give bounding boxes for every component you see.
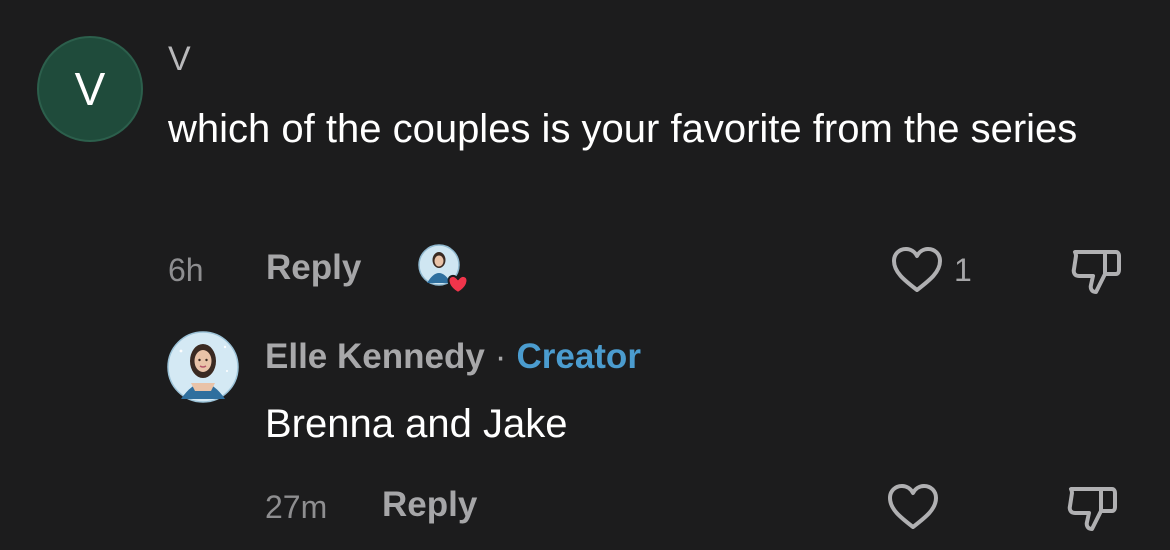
thumbs-down-icon [1071, 250, 1121, 294]
separator: · [494, 337, 507, 376]
avatar-letter: V [74, 63, 106, 115]
creator-avatar[interactable] [167, 331, 239, 403]
reply-reply-button[interactable]: Reply [382, 485, 477, 525]
avatar[interactable]: V [37, 36, 143, 142]
reply-text: Brenna and Jake [265, 402, 568, 446]
creator-heart-badge-icon [418, 244, 469, 295]
creator-badge: Creator [516, 337, 641, 376]
reply-like-button[interactable] [886, 483, 940, 531]
reply-button[interactable]: Reply [266, 248, 361, 288]
like-count: 1 [954, 251, 972, 288]
creator-liked-badge [417, 243, 471, 295]
dislike-button[interactable] [1070, 246, 1124, 296]
reply-author: Elle Kennedy · Creator [265, 337, 641, 377]
comment-thread: V V which of the couples is your favorit… [0, 0, 1170, 550]
reply-username[interactable]: Elle Kennedy [265, 337, 485, 377]
comment-text: which of the couples is your favorite fr… [168, 107, 1078, 151]
comment-timestamp: 6h [168, 252, 204, 288]
thumbs-down-icon [1067, 487, 1117, 531]
heart-outline-icon [892, 247, 942, 292]
reply-timestamp: 27m [265, 489, 328, 525]
creator-avatar-image [167, 331, 239, 403]
reply-dislike-button[interactable] [1066, 483, 1120, 533]
like-button[interactable]: 1 [890, 246, 972, 294]
comment-username[interactable]: V [168, 40, 191, 79]
heart-outline-icon [888, 484, 938, 529]
